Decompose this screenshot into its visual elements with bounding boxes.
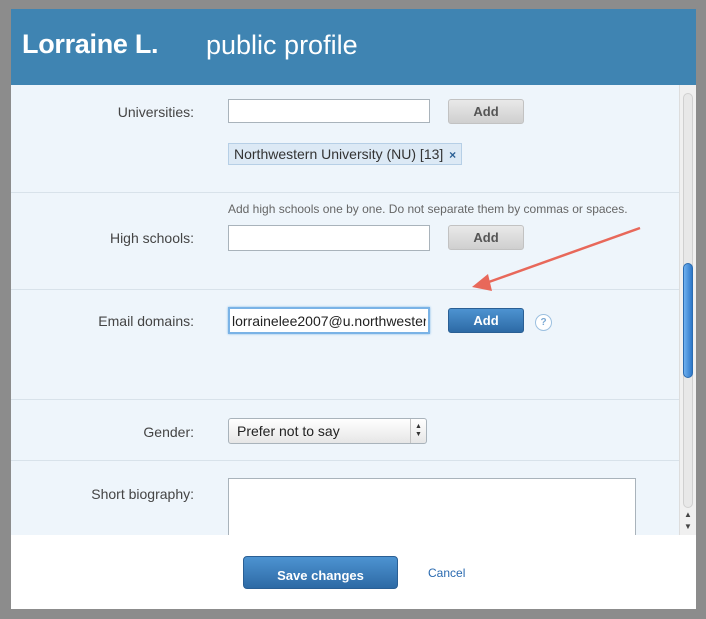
email-domains-input[interactable]: [228, 307, 430, 334]
gender-label: Gender:: [143, 424, 194, 440]
dialog-header: Lorraine L. public profile: [11, 9, 696, 85]
content-scrollbar[interactable]: ▲ ▼: [679, 85, 696, 535]
universities-label: Universities:: [117, 104, 194, 120]
email-domains-label: Email domains:: [98, 313, 194, 329]
scroll-down-icon[interactable]: ▼: [683, 522, 693, 532]
remove-tag-icon[interactable]: ×: [449, 148, 456, 162]
universities-row: Universities: Add Northwestern Universit…: [11, 85, 679, 193]
gender-selected-value: Prefer not to say: [237, 423, 340, 439]
add-university-button[interactable]: Add: [448, 99, 524, 124]
select-arrows-icon: ▲ ▼: [410, 419, 426, 443]
high-schools-row: Add high schools one by one. Do not sepa…: [11, 193, 679, 290]
user-name: Lorraine L.: [22, 29, 159, 59]
add-high-school-button[interactable]: Add: [448, 225, 524, 250]
university-tag: Northwestern University (NU) [13] ×: [228, 143, 463, 165]
university-tag-label: Northwestern University (NU) [13]: [234, 146, 444, 162]
profile-dialog: Lorraine L. public profile Universities:…: [11, 9, 696, 609]
help-icon[interactable]: ?: [535, 314, 552, 331]
dialog-footer: Save changes Cancel: [11, 535, 696, 609]
biography-label: Short biography:: [91, 486, 194, 502]
dialog-title: public profile: [206, 30, 358, 60]
high-schools-hint: Add high schools one by one. Do not sepa…: [228, 202, 628, 216]
universities-input[interactable]: [228, 99, 430, 123]
cancel-link[interactable]: Cancel: [428, 566, 465, 580]
biography-textarea[interactable]: [228, 478, 636, 535]
high-schools-label: High schools:: [109, 230, 194, 246]
save-changes-button[interactable]: Save changes: [243, 556, 398, 589]
gender-select[interactable]: Prefer not to say ▲ ▼: [228, 418, 427, 444]
scroll-thumb[interactable]: [683, 263, 693, 378]
profile-form: Universities: Add Northwestern Universit…: [11, 85, 679, 535]
add-email-domain-button[interactable]: Add: [448, 308, 524, 333]
email-domains-row: Email domains: Add ?: [11, 290, 679, 400]
scroll-up-icon[interactable]: ▲: [683, 510, 693, 520]
high-schools-input[interactable]: [228, 225, 430, 251]
biography-row: Short biography:: [11, 461, 679, 535]
gender-row: Gender: Prefer not to say ▲ ▼: [11, 400, 679, 461]
